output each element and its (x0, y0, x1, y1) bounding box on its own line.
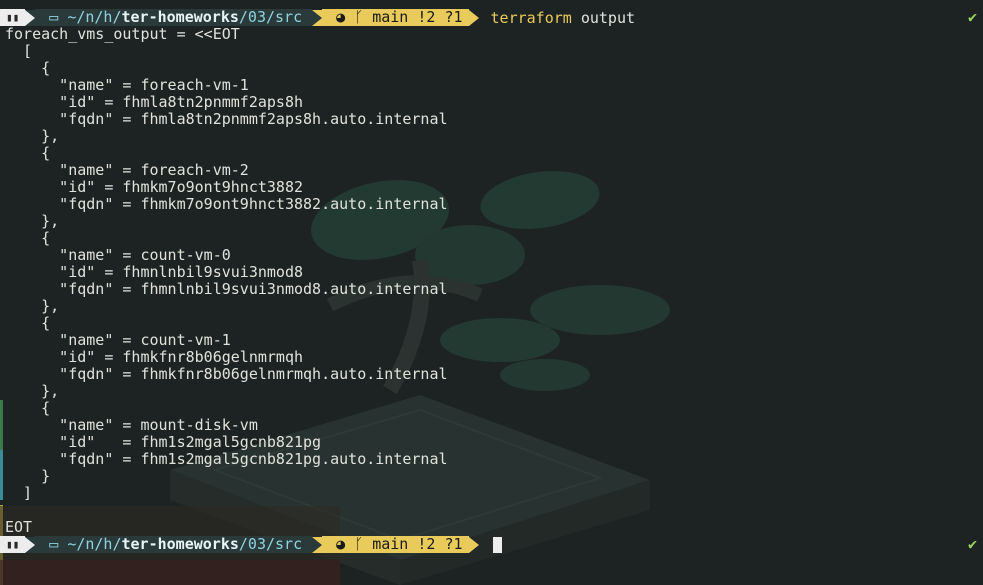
separator-arrow (25, 536, 36, 553)
output-line: "fqdn" = fhmkfnr8b06gelnmrmqh.auto.inter… (5, 365, 448, 383)
output-line: "name" = foreach-vm-2 (5, 161, 249, 179)
output-line: "fqdn" = fhmla8tn2pnmmf2aps8h.auto.inter… (5, 110, 448, 128)
separator-arrow (312, 9, 323, 26)
path-suffix: /03/src (238, 8, 303, 26)
command-argument: output (580, 8, 636, 27)
command-name: terraform (490, 8, 572, 27)
output-line: [ (5, 42, 33, 60)
separator-arrow (25, 9, 36, 26)
output-line: "id" = fhmla8tn2pnmmf2aps8h (5, 93, 304, 111)
octocat-icon: ◕ (336, 8, 355, 26)
output-line: }, (5, 127, 60, 145)
branch-icon: ᚴ (354, 535, 373, 553)
output-line: "name" = foreach-vm-1 (5, 76, 249, 94)
output-line: foreach_vms_output = <<EOT (5, 25, 240, 43)
output-line: { (5, 59, 51, 77)
output-line: "id" = fhmnlnbil9svui3nmod8 (5, 263, 304, 281)
terminal-icon: ▮▮ (0, 9, 26, 26)
output-line: { (5, 399, 51, 417)
path-segment: ▭ ~/n/h/ter-homeworks/03/src (35, 535, 313, 553)
path-bold: ter-homeworks (121, 8, 239, 26)
octocat-icon: ◕ (336, 535, 355, 553)
output-line: EOT (5, 518, 33, 536)
git-status: !2 ?1 (417, 535, 463, 553)
success-check-icon: ✔ (967, 535, 977, 553)
path-prefix: ~/n/h/ (67, 8, 122, 26)
output-line: { (5, 144, 51, 162)
path-suffix: /03/src (238, 535, 303, 553)
output-line: "name" = count-vm-1 (5, 331, 231, 349)
prompt-line-1: ▮▮ ▭ ~/n/h/ter-homeworks/03/src ◕ ᚴ main… (0, 8, 983, 27)
terminal-icon: ▮▮ (0, 536, 26, 553)
output-line: }, (5, 382, 60, 400)
output-line: } (5, 467, 51, 485)
separator-arrow (312, 536, 323, 553)
folder-icon: ▭ (49, 8, 68, 26)
output-line: }, (5, 297, 60, 315)
branch-icon: ᚴ (354, 8, 373, 26)
output-line: ] (5, 484, 33, 502)
output-line: { (5, 229, 51, 247)
output-line: "id" = fhmkfnr8b06gelnmrmqh (5, 348, 304, 366)
path-bold: ter-homeworks (121, 535, 239, 553)
path-prefix: ~/n/h/ (67, 535, 122, 553)
git-segment: ◕ ᚴ main !2 ?1 (322, 8, 469, 26)
output-line: "name" = mount-disk-vm (5, 416, 258, 434)
output-line: "fqdn" = fhmnlnbil9svui3nmod8.auto.inter… (5, 280, 448, 298)
command-output: foreach_vms_output = <<EOT [ { "name" = … (5, 26, 448, 536)
output-line: "fqdn" = fhm1s2mgal5gcnb821pg.auto.inter… (5, 450, 448, 468)
git-segment: ◕ ᚴ main !2 ?1 (322, 535, 469, 553)
git-status: !2 ?1 (417, 8, 463, 26)
output-line: "id" = fhm1s2mgal5gcnb821pg (5, 433, 322, 451)
output-line: }, (5, 212, 60, 230)
output-line: "name" = count-vm-0 (5, 246, 231, 264)
text-cursor[interactable] (492, 536, 502, 553)
separator-arrow (468, 9, 479, 26)
success-check-icon: ✔ (967, 8, 977, 26)
output-line: "id" = fhmkm7o9ont9hnct3882 (5, 178, 304, 196)
separator-arrow (468, 536, 479, 553)
path-segment: ▭ ~/n/h/ter-homeworks/03/src (35, 8, 313, 26)
folder-icon: ▭ (49, 535, 68, 553)
output-line: { (5, 314, 51, 332)
branch-name: main (372, 8, 409, 26)
terminal-window[interactable]: ▮▮ ▭ ~/n/h/ter-homeworks/03/src ◕ ᚴ main… (0, 0, 983, 585)
prompt-line-2[interactable]: ▮▮ ▭ ~/n/h/ter-homeworks/03/src ◕ ᚴ main… (0, 536, 983, 553)
branch-name: main (372, 535, 409, 553)
output-line: "fqdn" = fhmkm7o9ont9hnct3882.auto.inter… (5, 195, 448, 213)
